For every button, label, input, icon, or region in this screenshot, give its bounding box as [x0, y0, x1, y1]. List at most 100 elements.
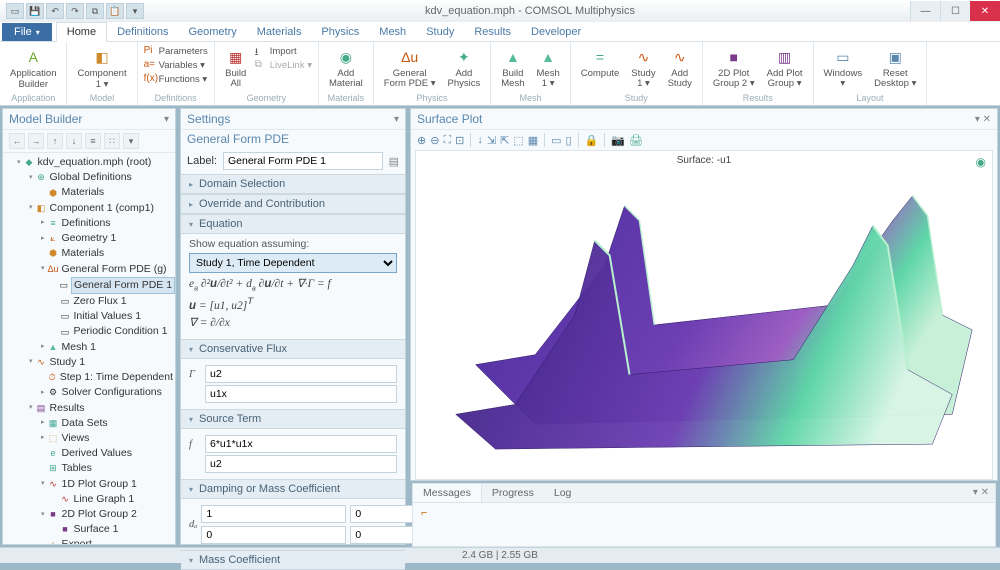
add-study-button[interactable]: ∿Add Study: [664, 44, 696, 92]
panel-menu-icon[interactable]: ▾ ✕: [973, 487, 989, 498]
tab-developer[interactable]: Developer: [521, 23, 591, 41]
section-override[interactable]: Override and Contribution: [181, 194, 405, 214]
add-material-button[interactable]: ◉Add Material: [325, 44, 367, 92]
zoom-in-icon[interactable]: ⊕: [417, 134, 426, 147]
section-equation[interactable]: Equation: [181, 214, 405, 234]
import-button[interactable]: ⭳Import: [255, 44, 312, 58]
qat-new-icon[interactable]: ▭: [6, 3, 24, 19]
damping-21-input[interactable]: [201, 526, 346, 544]
tab-home[interactable]: Home: [56, 22, 107, 42]
nav-fwd-icon[interactable]: →: [28, 133, 44, 149]
model-builder-toolbar: ← → ↑ ↓ ≡ ∷ ▾: [3, 130, 175, 153]
nav-back-icon[interactable]: ←: [9, 133, 25, 149]
qat-redo-icon[interactable]: ↷: [66, 3, 84, 19]
nav-down-icon[interactable]: ↓: [66, 133, 82, 149]
select-icon[interactable]: ▭: [551, 134, 561, 147]
section-consflux[interactable]: Conservative Flux: [181, 339, 405, 359]
functions-button[interactable]: f(x)Functions ▾: [144, 72, 208, 86]
source-2-input[interactable]: [205, 455, 397, 473]
yz-view-icon[interactable]: ⇲: [487, 134, 496, 147]
qat-save-icon[interactable]: 💾: [26, 3, 44, 19]
label-tag-icon[interactable]: ▤: [389, 155, 399, 168]
tab-materials[interactable]: Materials: [247, 23, 312, 41]
window-buttons: — ☐ ✕: [910, 1, 1000, 21]
file-menu-button[interactable]: File: [2, 23, 52, 41]
tab-messages[interactable]: Messages: [413, 484, 482, 502]
tab-progress[interactable]: Progress: [482, 484, 544, 502]
qat-paste-icon[interactable]: 📋: [106, 3, 124, 19]
settings-subtitle: General Form PDE: [181, 130, 405, 148]
expand-icon[interactable]: ≡: [85, 133, 101, 149]
tab-definitions[interactable]: Definitions: [107, 23, 178, 41]
zoom-extents-icon[interactable]: ⊡: [455, 134, 464, 147]
damping-11-input[interactable]: [201, 505, 346, 523]
parameters-button[interactable]: PiParameters: [144, 44, 208, 58]
general-form-pde-button[interactable]: ΔuGeneral Form PDE ▾: [380, 44, 440, 92]
compute-button[interactable]: =Compute: [577, 44, 624, 81]
tab-study[interactable]: Study: [416, 23, 464, 41]
tab-geometry[interactable]: Geometry: [178, 23, 246, 41]
tab-physics[interactable]: Physics: [311, 23, 369, 41]
section-damping[interactable]: Damping or Mass Coefficient: [181, 479, 405, 499]
model-builder-title: Model Builder: [9, 112, 82, 126]
tab-mesh[interactable]: Mesh: [369, 23, 416, 41]
model-tree[interactable]: ◆kdv_equation.mph (root) ⊕Global Definit…: [3, 153, 175, 544]
print-icon[interactable]: 🖨: [629, 134, 643, 147]
main-area: Model Builder ▾ ← → ↑ ↓ ≡ ∷ ▾ ◆kdv_equati…: [0, 106, 1000, 547]
maximize-button[interactable]: ☐: [940, 1, 970, 21]
marker-icon[interactable]: ▯: [566, 134, 572, 147]
tree-more-icon[interactable]: ▾: [123, 133, 139, 149]
tab-log[interactable]: Log: [544, 484, 582, 502]
graphics-canvas[interactable]: Surface: -u1: [415, 150, 993, 480]
panel-menu-icon[interactable]: ▾: [164, 114, 169, 125]
add-plot-group-button[interactable]: ▥Add Plot Group ▾: [763, 44, 807, 92]
nav-up-icon[interactable]: ↑: [47, 133, 63, 149]
section-source[interactable]: Source Term: [181, 409, 405, 429]
panel-menu-icon[interactable]: ▾: [394, 114, 399, 125]
tab-results[interactable]: Results: [464, 23, 521, 41]
surface-plot-title: Surface Plot: [417, 112, 482, 126]
study1-button[interactable]: ∿Study 1 ▾: [627, 44, 659, 92]
snapshot-icon[interactable]: 📷: [611, 134, 625, 147]
default-view-icon[interactable]: ⬚: [513, 134, 523, 147]
tree-node-general-form-pde-1: General Form PDE 1: [71, 277, 175, 294]
go-default-icon[interactable]: ▦: [528, 134, 538, 147]
zoom-box-icon[interactable]: ⛶: [443, 134, 451, 147]
collapse-icon[interactable]: ∷: [104, 133, 120, 149]
plot2d-button[interactable]: ■2D Plot Group 2 ▾: [709, 44, 759, 92]
consflux-1-input[interactable]: [205, 365, 397, 383]
windows-button[interactable]: ▭Windows ▾: [820, 44, 867, 92]
close-button[interactable]: ✕: [970, 1, 1000, 21]
build-all-button[interactable]: ▦Build All: [221, 44, 251, 92]
xy-view-icon[interactable]: ↓: [477, 134, 483, 146]
build-mesh-button[interactable]: ▲Build Mesh: [497, 44, 528, 92]
graphics-toolbar: ⊕ ⊖ ⛶ ⊡ ↓ ⇲ ⇱ ⬚ ▦ ▭ ▯ 🔒 📷 🖨: [411, 130, 997, 150]
qat-more-icon[interactable]: ▾: [126, 3, 144, 19]
reset-desktop-button[interactable]: ▣Reset Desktop ▾: [870, 44, 920, 92]
3d-badge-icon[interactable]: ◉: [976, 155, 986, 169]
equation-display: ea ∂²u/∂t² + da ∂u/∂t + ∇·Γ = fu = [u1, …: [189, 273, 397, 335]
quick-access-toolbar: ▭ 💾 ↶ ↷ ⧉ 📋 ▾: [0, 3, 150, 19]
equation-assume-select[interactable]: Study 1, Time Dependent: [189, 253, 397, 273]
settings-panel: Settings▾ General Form PDE Label: ▤ Doma…: [180, 108, 406, 545]
qat-copy-icon[interactable]: ⧉: [86, 3, 104, 19]
livelink-button[interactable]: ⧉LiveLink ▾: [255, 58, 312, 72]
add-physics-button[interactable]: ✦Add Physics: [444, 44, 485, 92]
qat-undo-icon[interactable]: ↶: [46, 3, 64, 19]
section-domain[interactable]: Domain Selection: [181, 174, 405, 194]
section-mass[interactable]: Mass Coefficient: [181, 550, 405, 570]
xz-view-icon[interactable]: ⇱: [500, 134, 509, 147]
mesh1-button[interactable]: ▲Mesh 1 ▾: [533, 44, 564, 92]
lock-icon[interactable]: 🔒: [585, 134, 599, 147]
minimize-button[interactable]: —: [910, 1, 940, 21]
zoom-out-icon[interactable]: ⊖: [430, 134, 439, 147]
status-bar: 2.4 GB | 2.55 GB: [0, 547, 1000, 563]
variables-button[interactable]: a=Variables ▾: [144, 58, 208, 72]
consflux-2-input[interactable]: [205, 385, 397, 403]
source-1-input[interactable]: [205, 435, 397, 453]
panel-menu-icon[interactable]: ▾ ✕: [975, 114, 991, 125]
model-builder-panel: Model Builder ▾ ← → ↑ ↓ ≡ ∷ ▾ ◆kdv_equati…: [2, 108, 176, 545]
component-button[interactable]: ◧Component1 ▾: [73, 44, 130, 93]
label-input[interactable]: [223, 152, 383, 170]
app-builder-button[interactable]: AApplicationBuilder: [6, 44, 60, 93]
